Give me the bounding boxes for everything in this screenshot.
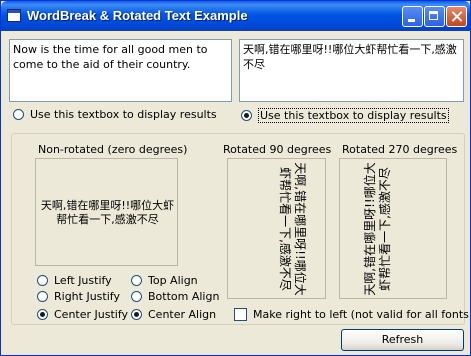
minimize-button[interactable]: [402, 6, 423, 27]
title-bar[interactable]: WordBreak & Rotated Text Example: [1, 1, 470, 31]
nonrotated-preview-text: 天啊,错在哪里呀!!哪位大虾帮忙看一下,感激不尽: [40, 199, 175, 226]
rtl-checkbox[interactable]: [234, 308, 247, 321]
chinese-textbox[interactable]: 天啊,错在哪里呀!!哪位大虾帮忙看一下,感激不尽: [239, 39, 464, 102]
display-right-radio[interactable]: [241, 110, 252, 121]
bottom-align-label[interactable]: Bottom Align: [148, 290, 219, 303]
center-align-option[interactable]: Center Align: [131, 308, 216, 321]
display-right-label[interactable]: Use this textbox to display results: [258, 108, 449, 123]
english-textbox[interactable]: Now is the time for all good men to come…: [9, 39, 232, 102]
close-button[interactable]: [446, 6, 467, 27]
right-justify-radio[interactable]: [37, 291, 48, 302]
center-justify-option[interactable]: Center Justify: [37, 308, 128, 321]
display-left-option[interactable]: Use this textbox to display results: [13, 108, 217, 121]
bottom-align-option[interactable]: Bottom Align: [131, 290, 219, 303]
nonrotated-preview: 天啊,错在哪里呀!!哪位大虾帮忙看一下,感激不尽: [35, 158, 178, 266]
rotated-270-preview-text: 天啊,错在哪里呀!!哪位大虾帮忙看一下,感激不尽: [363, 161, 392, 296]
rotated-270-title: Rotated 270 degrees: [342, 143, 458, 156]
rotated-270-preview: 天啊,错在哪里呀!!哪位大虾帮忙看一下,感激不尽: [339, 158, 447, 299]
rtl-label[interactable]: Make right to left (not valid for all fo…: [253, 308, 470, 321]
center-align-radio[interactable]: [131, 309, 142, 320]
rotated-90-title: Rotated 90 degrees: [223, 143, 332, 156]
nonrotated-title: Non-rotated (zero degrees): [38, 143, 188, 156]
display-right-option[interactable]: Use this textbox to display results: [241, 108, 449, 123]
app-window-icon[interactable]: [7, 9, 21, 22]
rtl-option[interactable]: Make right to left (not valid for all fo…: [234, 308, 470, 321]
right-justify-label[interactable]: Right Justify: [54, 290, 120, 303]
rotated-90-preview-text: 天啊,错在哪里呀!!哪位大虾帮忙看一下,感激不尽: [277, 161, 307, 296]
bottom-align-radio[interactable]: [131, 291, 142, 302]
maximize-button[interactable]: [424, 6, 445, 27]
main-window: WordBreak & Rotated Text Example Now is …: [0, 0, 471, 356]
display-left-radio[interactable]: [13, 109, 24, 120]
left-justify-option[interactable]: Left Justify: [37, 274, 112, 287]
left-justify-radio[interactable]: [37, 275, 48, 286]
right-justify-option[interactable]: Right Justify: [37, 290, 120, 303]
window-title: WordBreak & Rotated Text Example: [27, 8, 248, 23]
center-justify-label[interactable]: Center Justify: [54, 308, 128, 321]
display-left-label[interactable]: Use this textbox to display results: [30, 108, 217, 121]
rotated-90-preview: 天啊,错在哪里呀!!哪位大虾帮忙看一下,感激不尽: [227, 158, 326, 299]
top-align-radio[interactable]: [131, 275, 142, 286]
refresh-button[interactable]: Refresh: [341, 329, 464, 351]
top-align-label[interactable]: Top Align: [148, 274, 198, 287]
center-justify-radio[interactable]: [37, 309, 48, 320]
left-justify-label[interactable]: Left Justify: [54, 274, 112, 287]
center-align-label[interactable]: Center Align: [148, 308, 216, 321]
top-align-option[interactable]: Top Align: [131, 274, 198, 287]
